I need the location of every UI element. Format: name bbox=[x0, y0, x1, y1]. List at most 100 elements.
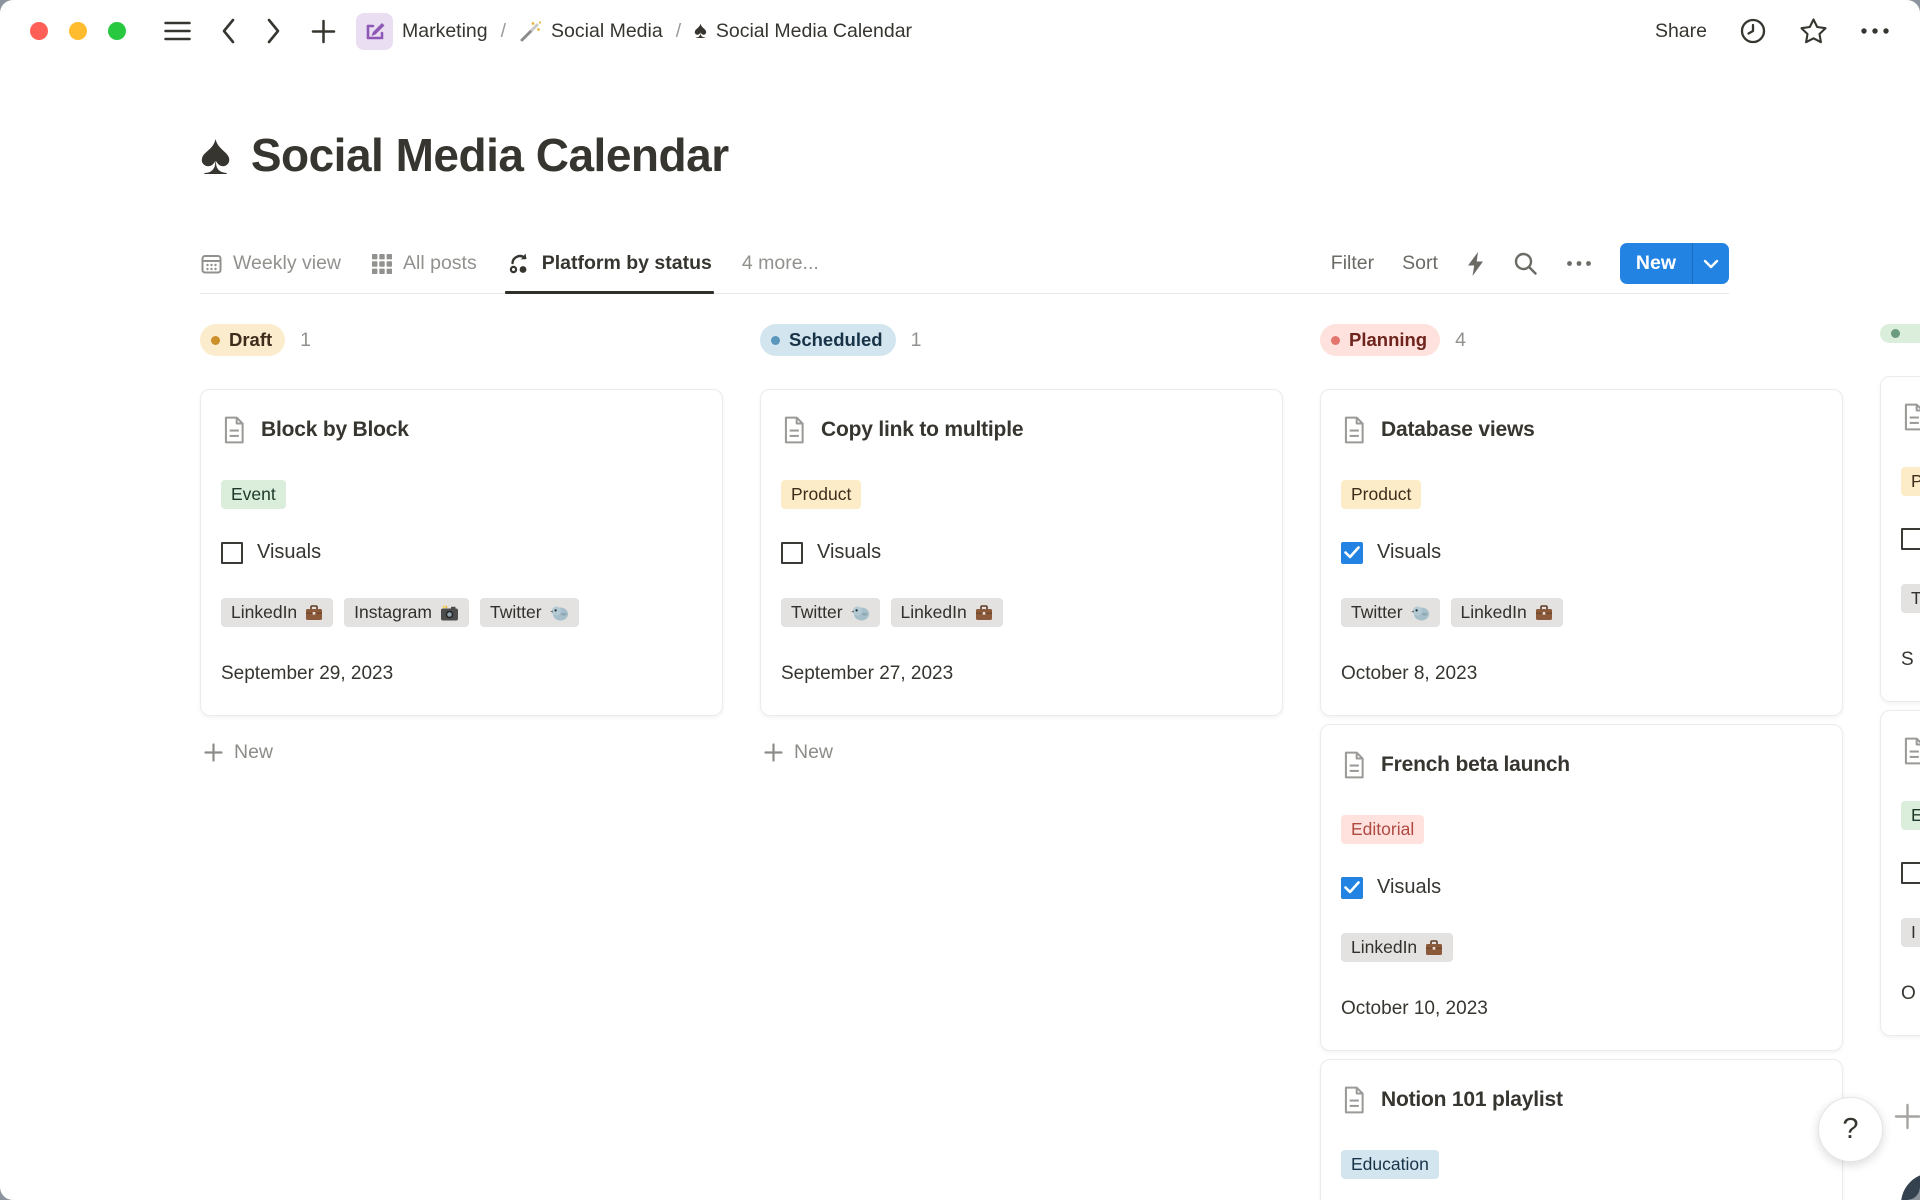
tab-platform-by-status[interactable]: Platform by status bbox=[507, 234, 712, 293]
status-pill-clipped[interactable] bbox=[1880, 324, 1920, 343]
category-tag: Education bbox=[1341, 1150, 1439, 1179]
new-button-group: New bbox=[1620, 243, 1729, 284]
platform-tag-linkedin: LinkedIn bbox=[1341, 933, 1453, 962]
briefcase-emoji-icon bbox=[1425, 940, 1443, 956]
view-options-ellipsis-icon[interactable] bbox=[1566, 260, 1592, 267]
briefcase-emoji-icon bbox=[305, 605, 323, 621]
breadcrumb-label: Social Media bbox=[551, 20, 663, 43]
board-column-scheduled: Scheduled 1 Copy link to multiple Produc… bbox=[760, 324, 1283, 764]
history-clock-icon[interactable] bbox=[1739, 17, 1767, 45]
bird-emoji-icon bbox=[851, 605, 870, 621]
more-views-button[interactable]: 4 more... bbox=[742, 252, 819, 275]
platform-tag-linkedin: LinkedIn bbox=[891, 598, 1003, 627]
breadcrumb: Marketing / Social Media / ♠ Social Medi… bbox=[356, 13, 912, 50]
share-button[interactable]: Share bbox=[1655, 20, 1707, 43]
platform-tag-instagram: Instagram bbox=[344, 598, 469, 627]
tab-weekly-view[interactable]: Weekly view bbox=[200, 234, 341, 293]
breadcrumb-social-media-calendar[interactable]: ♠ Social Media Calendar bbox=[694, 19, 912, 43]
new-button[interactable]: New bbox=[1620, 243, 1692, 284]
notion-window: Marketing / Social Media / ♠ Social Medi… bbox=[0, 0, 1920, 1200]
column-count: 4 bbox=[1455, 329, 1466, 352]
favorite-star-icon[interactable] bbox=[1799, 17, 1828, 45]
status-dot bbox=[771, 336, 780, 345]
card-title: French beta launch bbox=[1381, 753, 1570, 777]
new-button-dropdown[interactable] bbox=[1693, 243, 1729, 284]
status-pill-draft[interactable]: Draft bbox=[200, 324, 285, 356]
minimize-window-button[interactable] bbox=[69, 22, 87, 40]
card-date: October 8, 2023 bbox=[1341, 663, 1822, 685]
platform-tag: T bbox=[1901, 584, 1920, 613]
platform-tag: I bbox=[1901, 918, 1920, 947]
category-tag: Editorial bbox=[1341, 815, 1424, 844]
checkmark-icon bbox=[1344, 546, 1360, 559]
more-options-icon[interactable] bbox=[1860, 27, 1890, 35]
plus-icon bbox=[204, 743, 223, 762]
sidebar-menu-icon[interactable] bbox=[164, 20, 191, 42]
status-dot bbox=[1331, 336, 1340, 345]
page-icon bbox=[221, 416, 247, 444]
status-dot bbox=[1891, 329, 1900, 338]
page-emoji-spade[interactable]: ♠ bbox=[200, 126, 231, 184]
card-date: October 10, 2023 bbox=[1341, 998, 1822, 1020]
zoom-window-button[interactable] bbox=[108, 22, 126, 40]
card-clipped-2[interactable]: E I O bbox=[1880, 710, 1920, 1036]
platform-tag-twitter: Twitter bbox=[480, 598, 579, 627]
status-pill-scheduled[interactable]: Scheduled bbox=[760, 324, 896, 356]
column-count: 1 bbox=[911, 329, 922, 352]
magic-wand-icon bbox=[519, 20, 542, 43]
sort-button[interactable]: Sort bbox=[1402, 252, 1438, 275]
visuals-checkbox[interactable] bbox=[221, 542, 243, 564]
column-count: 1 bbox=[300, 329, 311, 352]
forward-button[interactable] bbox=[266, 18, 281, 44]
close-window-button[interactable] bbox=[30, 22, 48, 40]
card-date: September 27, 2023 bbox=[781, 663, 1262, 685]
category-tag: P bbox=[1901, 467, 1920, 496]
status-dot bbox=[211, 336, 220, 345]
new-page-icon[interactable] bbox=[311, 19, 336, 44]
filter-button[interactable]: Filter bbox=[1331, 252, 1374, 275]
camera-emoji-icon bbox=[440, 605, 459, 621]
status-pill-planning[interactable]: Planning bbox=[1320, 324, 1440, 356]
page-icon bbox=[781, 416, 807, 444]
page-title[interactable]: Social Media Calendar bbox=[251, 128, 729, 182]
breadcrumb-social-media[interactable]: Social Media bbox=[519, 20, 663, 43]
breadcrumb-separator: / bbox=[501, 20, 506, 43]
board-column-clipped: P T S E bbox=[1880, 324, 1920, 1036]
visuals-checkbox[interactable] bbox=[1901, 862, 1920, 884]
card-notion-101-playlist[interactable]: Notion 101 playlist Education bbox=[1320, 1059, 1843, 1200]
breadcrumb-marketing[interactable]: Marketing bbox=[356, 13, 488, 50]
card-date: September 29, 2023 bbox=[221, 663, 702, 685]
bird-emoji-icon bbox=[1411, 605, 1430, 621]
card-title: Database views bbox=[1381, 418, 1535, 442]
category-tag: Product bbox=[1341, 480, 1421, 509]
add-card-button[interactable]: New bbox=[200, 741, 723, 764]
breadcrumb-separator: / bbox=[676, 20, 681, 43]
card-clipped-1[interactable]: P T S bbox=[1880, 376, 1920, 702]
visuals-checkbox[interactable] bbox=[1341, 542, 1363, 564]
board-view: Draft 1 Block by Block Event Visuals bbox=[200, 324, 1920, 1200]
back-button[interactable] bbox=[221, 18, 236, 44]
card-database-views[interactable]: Database views Product Visuals Twitter L… bbox=[1320, 389, 1843, 716]
add-card-button[interactable]: New bbox=[760, 741, 1283, 764]
card-copy-link-to-multiple[interactable]: Copy link to multiple Product Visuals Tw… bbox=[760, 389, 1283, 716]
card-block-by-block[interactable]: Block by Block Event Visuals LinkedIn In… bbox=[200, 389, 723, 716]
bird-emoji-icon bbox=[550, 605, 569, 621]
edge-plus-icon[interactable] bbox=[1894, 1103, 1920, 1130]
breadcrumb-label: Marketing bbox=[402, 20, 488, 43]
checkmark-icon bbox=[1344, 881, 1360, 894]
visuals-checkbox[interactable] bbox=[1901, 528, 1920, 550]
search-icon[interactable] bbox=[1513, 251, 1538, 276]
visuals-checkbox[interactable] bbox=[1341, 877, 1363, 899]
traffic-lights bbox=[30, 22, 126, 40]
help-button[interactable]: ? bbox=[1818, 1097, 1883, 1162]
category-tag: Product bbox=[781, 480, 861, 509]
card-french-beta-launch[interactable]: French beta launch Editorial Visuals Lin… bbox=[1320, 724, 1843, 1051]
card-title: Copy link to multiple bbox=[821, 418, 1023, 442]
visuals-checkbox[interactable] bbox=[781, 542, 803, 564]
page-icon bbox=[1901, 403, 1920, 431]
automations-lightning-icon[interactable] bbox=[1466, 251, 1485, 277]
page-icon bbox=[1341, 751, 1367, 779]
tab-all-posts[interactable]: All posts bbox=[371, 234, 477, 293]
card-date: O bbox=[1901, 983, 1920, 1005]
platform-tag-linkedin: LinkedIn bbox=[1451, 598, 1563, 627]
